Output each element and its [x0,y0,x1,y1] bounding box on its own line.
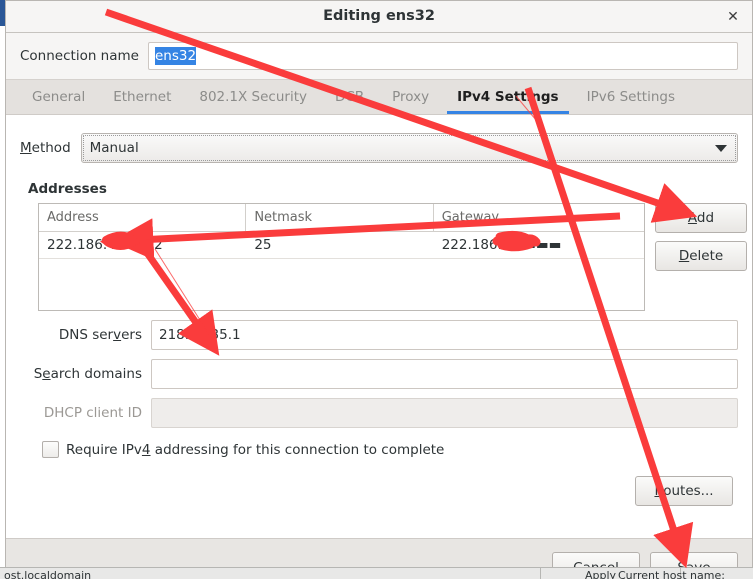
search-domains-label: Search domains [33,366,142,382]
addresses-table-header: Address Netmask Gateway [39,204,644,232]
delete-button[interactable]: Delete [655,241,747,271]
dhcp-client-id-row: DHCP client ID [20,398,738,428]
connection-name-row: Connection name ens32 [6,33,752,79]
tab-label: IPv6 Settings [586,89,675,105]
table-row[interactable]: 222.186.48.▬▬2 25 222.186.4▬▬▬▬ [39,232,644,259]
tab-ipv4-settings[interactable]: IPv4 Settings [443,80,573,114]
tab-dcb[interactable]: DCB [321,80,378,114]
tab-label: General [32,89,86,105]
tab-8021x-security[interactable]: 802.1X Security [185,80,321,114]
dns-servers-value: 218.2.135.1 [159,327,241,343]
connection-name-value: ens32 [154,47,197,65]
background-current-hostname-text: Current host name: [618,569,725,579]
method-value: Manual [89,140,139,156]
add-button[interactable]: Add [655,203,747,233]
dns-servers-input[interactable]: 218.2.135.1 [151,320,738,350]
dhcp-client-id-input [151,398,738,428]
addresses-area: Address Netmask Gateway 222.186.48.▬▬2 2… [20,203,747,311]
background-apply-text: Apply [585,569,617,579]
screenshot-root: Editing ens32 ✕ Connection name ens32 Ge… [0,0,753,579]
addresses-table[interactable]: Address Netmask Gateway 222.186.48.▬▬2 2… [38,203,645,311]
routes-button[interactable]: Routes... [635,476,733,506]
dialog-titlebar: Editing ens32 ✕ [6,1,752,33]
cell-netmask[interactable]: 25 [246,232,433,258]
addresses-buttons: Add Delete [655,203,747,271]
dhcp-client-id-label: DHCP client ID [43,405,142,421]
tab-label: IPv4 Settings [457,89,559,105]
require-ipv4-label: Require IPv4 addressing for this connect… [66,441,445,458]
method-label-rest: ethod [31,140,71,156]
dns-servers-label: DNS servers [58,327,142,343]
method-label: Method [20,140,71,156]
column-header-netmask[interactable]: Netmask [246,204,434,231]
background-current-hostname-wrap: Current host name: [618,568,753,579]
connection-name-input[interactable]: ens32 [147,42,738,70]
background-hostname-text: ost.localdomain [4,569,92,579]
method-select[interactable]: Manual [80,133,738,163]
column-header-gateway[interactable]: Gateway [434,204,644,231]
chevron-down-icon [715,145,727,152]
addresses-section-title: Addresses [28,181,107,197]
tab-label: 802.1X Security [199,89,307,105]
tab-ipv6-settings[interactable]: IPv6 Settings [573,80,689,114]
tab-label: Proxy [392,89,430,105]
tab-ethernet[interactable]: Ethernet [99,80,185,114]
tab-label: DCB [334,89,365,105]
connection-name-label: Connection name [20,48,139,64]
search-domains-row: Search domains [20,359,738,389]
method-row: Method Manual [20,133,738,163]
ipv4-settings-page: Method Manual Addresses Address Netmask … [6,115,752,539]
edit-connection-dialog: Editing ens32 ✕ Connection name ens32 Ge… [5,0,753,579]
cell-gateway[interactable]: 222.186.4▬▬▬▬ [434,232,644,258]
search-domains-input[interactable] [151,359,738,389]
require-ipv4-checkbox[interactable] [42,441,59,458]
close-icon[interactable]: ✕ [722,7,744,27]
tab-label: Ethernet [113,89,172,105]
tab-general[interactable]: General [18,80,99,114]
tab-proxy[interactable]: Proxy [378,80,443,114]
cell-address[interactable]: 222.186.48.▬▬2 [39,232,246,258]
dialog-title: Editing ens32 [323,8,435,24]
column-header-address[interactable]: Address [39,204,247,231]
settings-tabbar: General Ethernet 802.1X Security DCB Pro… [6,79,752,115]
dns-servers-row: DNS servers 218.2.135.1 [20,320,738,350]
require-ipv4-row: Require IPv4 addressing for this connect… [42,441,738,458]
routes-row: Routes... [20,476,738,506]
